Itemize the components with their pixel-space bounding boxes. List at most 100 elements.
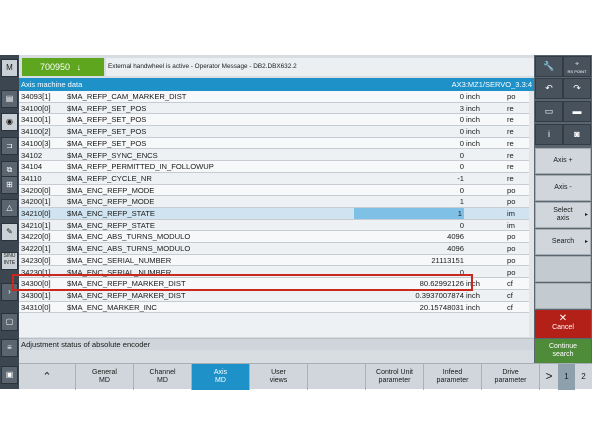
empty-bottom-softkey[interactable] <box>308 364 366 390</box>
search-label: Search <box>551 238 575 246</box>
table-row[interactable]: 34300[1] $MA_ENC_REFP_MARKER_DIST 0.393700… <box>19 290 534 302</box>
md-unit: inch <box>466 290 480 300</box>
table-row[interactable]: 34093[1] $MA_REFP_CAM_MARKER_DIST 0 inch po <box>19 91 534 103</box>
redo-icon[interactable]: ↷ <box>563 78 591 99</box>
program-icon[interactable]: ▤ <box>1 90 18 108</box>
table-row[interactable]: 34110 $MA_REFP_CYCLE_NR -1 re <box>19 173 534 185</box>
md-value[interactable]: 0 <box>460 114 464 125</box>
alarm-indicator[interactable]: 700950 ↓ <box>22 58 104 76</box>
offset-icon[interactable]: ⊐ <box>1 137 18 155</box>
rs-point-icon[interactable]: ✣ RS POINT <box>563 56 591 77</box>
page-2-button[interactable]: 2 <box>575 364 592 390</box>
table-row[interactable]: 34100[0] $MA_REFP_SET_POS 3 inch re <box>19 103 534 115</box>
table-row[interactable]: 34230[0] $MA_ENC_SERIAL_NUMBER 21113151 po <box>19 254 534 267</box>
md-value[interactable]: -1 <box>457 173 464 184</box>
md-value[interactable]: 0 <box>460 220 464 231</box>
up-arrow-button[interactable]: ⌃ <box>19 364 76 390</box>
md-value[interactable]: 1 <box>354 208 464 219</box>
md-value[interactable]: 1 <box>460 196 464 207</box>
chevron-right-icon: ▸ <box>584 212 588 218</box>
axis-plus-button[interactable]: Axis + <box>535 148 591 174</box>
window-alt-icon[interactable]: ▬ <box>563 101 591 122</box>
table-row[interactable]: 34100[3] $MA_REFP_SET_POS 0 inch re <box>19 137 534 150</box>
table-row[interactable]: 34220[1] $MA_ENC_ABS_TURNS_MODULO 4096 po <box>19 243 534 255</box>
wrench-icon[interactable]: 🔧 <box>535 56 563 77</box>
table-row[interactable]: 34210[1] $MA_ENC_REFP_STATE 0 im <box>19 220 534 232</box>
cancel-button[interactable]: ✕ Cancel <box>535 310 591 338</box>
md-value[interactable]: 21113151 <box>431 255 464 266</box>
md-value[interactable]: 0 <box>460 150 464 161</box>
md-value[interactable]: 20.15748031 <box>420 302 464 313</box>
table-row[interactable]: 34200[0] $MA_ENC_REFP_MODE 0 po <box>19 184 534 197</box>
md-effectiveness: cf <box>507 290 513 300</box>
info-icon[interactable]: i <box>535 124 563 145</box>
window-icon-left[interactable]: ▢ <box>1 313 18 331</box>
table-row[interactable]: 34200[1] $MA_ENC_REFP_MODE 1 po <box>19 196 534 208</box>
table-row[interactable]: 34100[1] $MA_REFP_SET_POS 0 inch re <box>19 114 534 127</box>
general-md-button[interactable]: General MD <box>76 364 134 390</box>
axis-md-label: Axis MD <box>213 369 228 384</box>
md-effectiveness: re <box>507 138 514 148</box>
control-unit-parameter-button[interactable]: Control Unit parameter <box>366 364 424 390</box>
md-number: 34300[1] <box>21 290 51 300</box>
md-value[interactable]: 0 <box>460 126 464 137</box>
md-effectiveness: im <box>507 220 516 230</box>
empty-softkey-2[interactable] <box>535 283 591 309</box>
md-name: $MA_REFP_CAM_MARKER_DIST <box>67 92 187 101</box>
user-views-button[interactable]: User views <box>250 364 308 390</box>
up-arrow-icon: ⌃ <box>42 370 52 383</box>
tool-icon[interactable]: ⊞ <box>1 176 18 194</box>
chevron-right-icon: ▸ <box>584 239 588 245</box>
undo-icon[interactable]: ↶ <box>535 78 563 99</box>
panel-icon-left[interactable]: ▣ <box>1 366 18 384</box>
table-row[interactable]: 34220[0] $MA_ENC_ABS_TURNS_MODULO 4096 po <box>19 231 534 244</box>
operator-message: External handwheel is active - Operator … <box>106 58 534 76</box>
md-value[interactable]: 0 <box>460 138 464 149</box>
empty-softkey-1[interactable] <box>535 256 591 282</box>
md-effectiveness: po <box>507 92 516 101</box>
rs-point-label: RS POINT <box>567 69 587 74</box>
axis-md-button[interactable]: Axis MD <box>192 364 250 390</box>
table-row[interactable]: 34100[2] $MA_REFP_SET_POS 0 inch re <box>19 126 534 138</box>
select-axis-button[interactable]: Select axis ▸ <box>535 202 591 228</box>
warning-icon[interactable]: △ <box>1 199 18 217</box>
search-button[interactable]: Search ▸ <box>535 229 591 255</box>
channel-md-button[interactable]: Channel MD <box>134 364 192 390</box>
md-name: $MA_ENC_REFP_MODE <box>67 185 155 195</box>
md-value[interactable]: 0 <box>460 161 464 172</box>
next-softkey-bar-button[interactable]: > <box>540 364 558 390</box>
list-icon-left[interactable]: ≡ <box>1 339 18 357</box>
md-number: 34110 <box>21 173 42 183</box>
md-unit: inch <box>466 138 480 148</box>
md-value[interactable]: 3 <box>460 103 464 114</box>
table-row[interactable]: 34310[0] $MA_ENC_MARKER_INC 20.15748031 inc… <box>19 301 534 314</box>
cancel-label: Cancel <box>552 324 574 331</box>
md-value[interactable]: 0 <box>460 91 464 102</box>
screenshot-icon[interactable]: ◙ <box>563 124 591 145</box>
md-unit: inch <box>466 127 480 137</box>
machine-mode-button[interactable]: M <box>1 59 18 77</box>
table-row[interactable]: 34210[0] $MA_ENC_REFP_STATE 1 im <box>19 208 534 220</box>
md-name: $MA_ENC_ABS_TURNS_MODULO <box>67 244 191 254</box>
table-row[interactable]: 34102 $MA_REFP_SYNC_ENCS 0 re <box>19 150 534 162</box>
md-effectiveness: im <box>507 209 516 218</box>
md-number: 34100[2] <box>21 127 51 137</box>
infeed-parameter-button[interactable]: Infeed parameter <box>424 364 482 390</box>
page-1-button[interactable]: 1 <box>558 364 575 390</box>
window-icon[interactable]: ▭ <box>535 101 563 122</box>
md-effectiveness: re <box>507 173 514 183</box>
md-name: $MA_ENC_MARKER_INC <box>67 302 157 312</box>
md-value[interactable]: 0.3937007874 <box>415 290 464 301</box>
axis-minus-button[interactable]: Axis - <box>535 175 591 201</box>
md-name: $MA_ENC_REFP_MARKER_DIST <box>67 290 186 300</box>
machine-mode-label: M <box>6 63 13 72</box>
md-effectiveness: re <box>507 162 514 172</box>
drive-parameter-button[interactable]: Drive parameter <box>482 364 540 390</box>
md-value[interactable]: 4096 <box>447 231 464 242</box>
table-row[interactable]: 34104 $MA_REFP_PERMITTED_IN_FOLLOWUP 0 re <box>19 161 534 173</box>
wrench-tool-icon[interactable]: ✎ <box>1 223 18 241</box>
md-value[interactable]: 0 <box>460 185 464 196</box>
md-value[interactable]: 4096 <box>447 243 464 254</box>
parameter-icon[interactable]: ◉ <box>1 113 18 131</box>
sinumerik-integrate-button[interactable]: SINU INTE <box>1 252 18 270</box>
